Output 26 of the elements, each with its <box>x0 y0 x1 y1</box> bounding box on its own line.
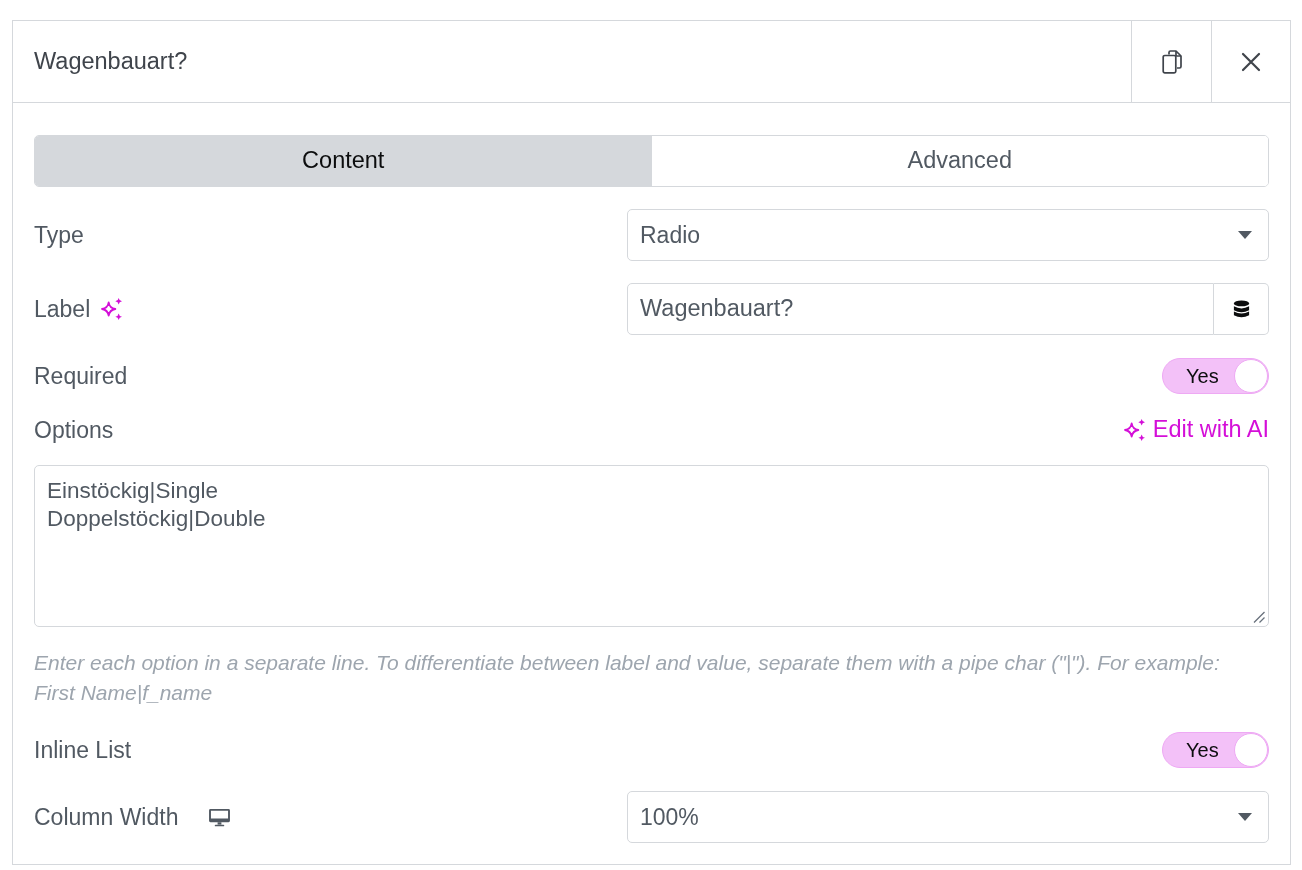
text-input-field[interactable]: Wagenbauart? <box>627 283 1214 335</box>
panel-title: Wagenbauart? <box>34 46 188 76</box>
field-label: Type <box>34 220 84 250</box>
sparkle-icon <box>1123 418 1146 442</box>
caret-down-icon <box>1238 813 1252 821</box>
field-label: Column Width <box>34 802 179 832</box>
toggle-switch[interactable]: Yes <box>1162 732 1269 768</box>
resize-grip-icon[interactable] <box>1253 611 1265 623</box>
edit-with-ai-link[interactable]: Edit with AI <box>1123 412 1269 448</box>
select-dropdown[interactable]: 100% <box>627 791 1269 843</box>
copy-icon <box>1161 49 1182 74</box>
select-dropdown[interactable]: Radio <box>627 209 1269 261</box>
field-label: Label <box>34 294 91 324</box>
options-textarea[interactable]: Einstöckig|Single Doppelstöckig|Double <box>34 465 1269 627</box>
toggle-knob-icon <box>1234 733 1268 767</box>
close-icon <box>1241 51 1261 72</box>
caret-down-icon <box>1238 231 1252 239</box>
toggle-switch[interactable]: Yes <box>1162 358 1269 394</box>
field-label: Options <box>34 415 114 445</box>
field-label: Required <box>34 361 128 391</box>
database-icon <box>1232 299 1250 319</box>
tab[interactable]: Content <box>35 136 652 186</box>
dynamic-tags-button[interactable] <box>1214 283 1269 335</box>
field-label: Inline List <box>34 735 132 765</box>
toggle-knob-icon <box>1234 359 1268 393</box>
help-text: Enter each option in a separate line. To differentiate between label and value, separate them with a pipe char ("|"). For example: First Name|f_name <box>34 650 1221 706</box>
